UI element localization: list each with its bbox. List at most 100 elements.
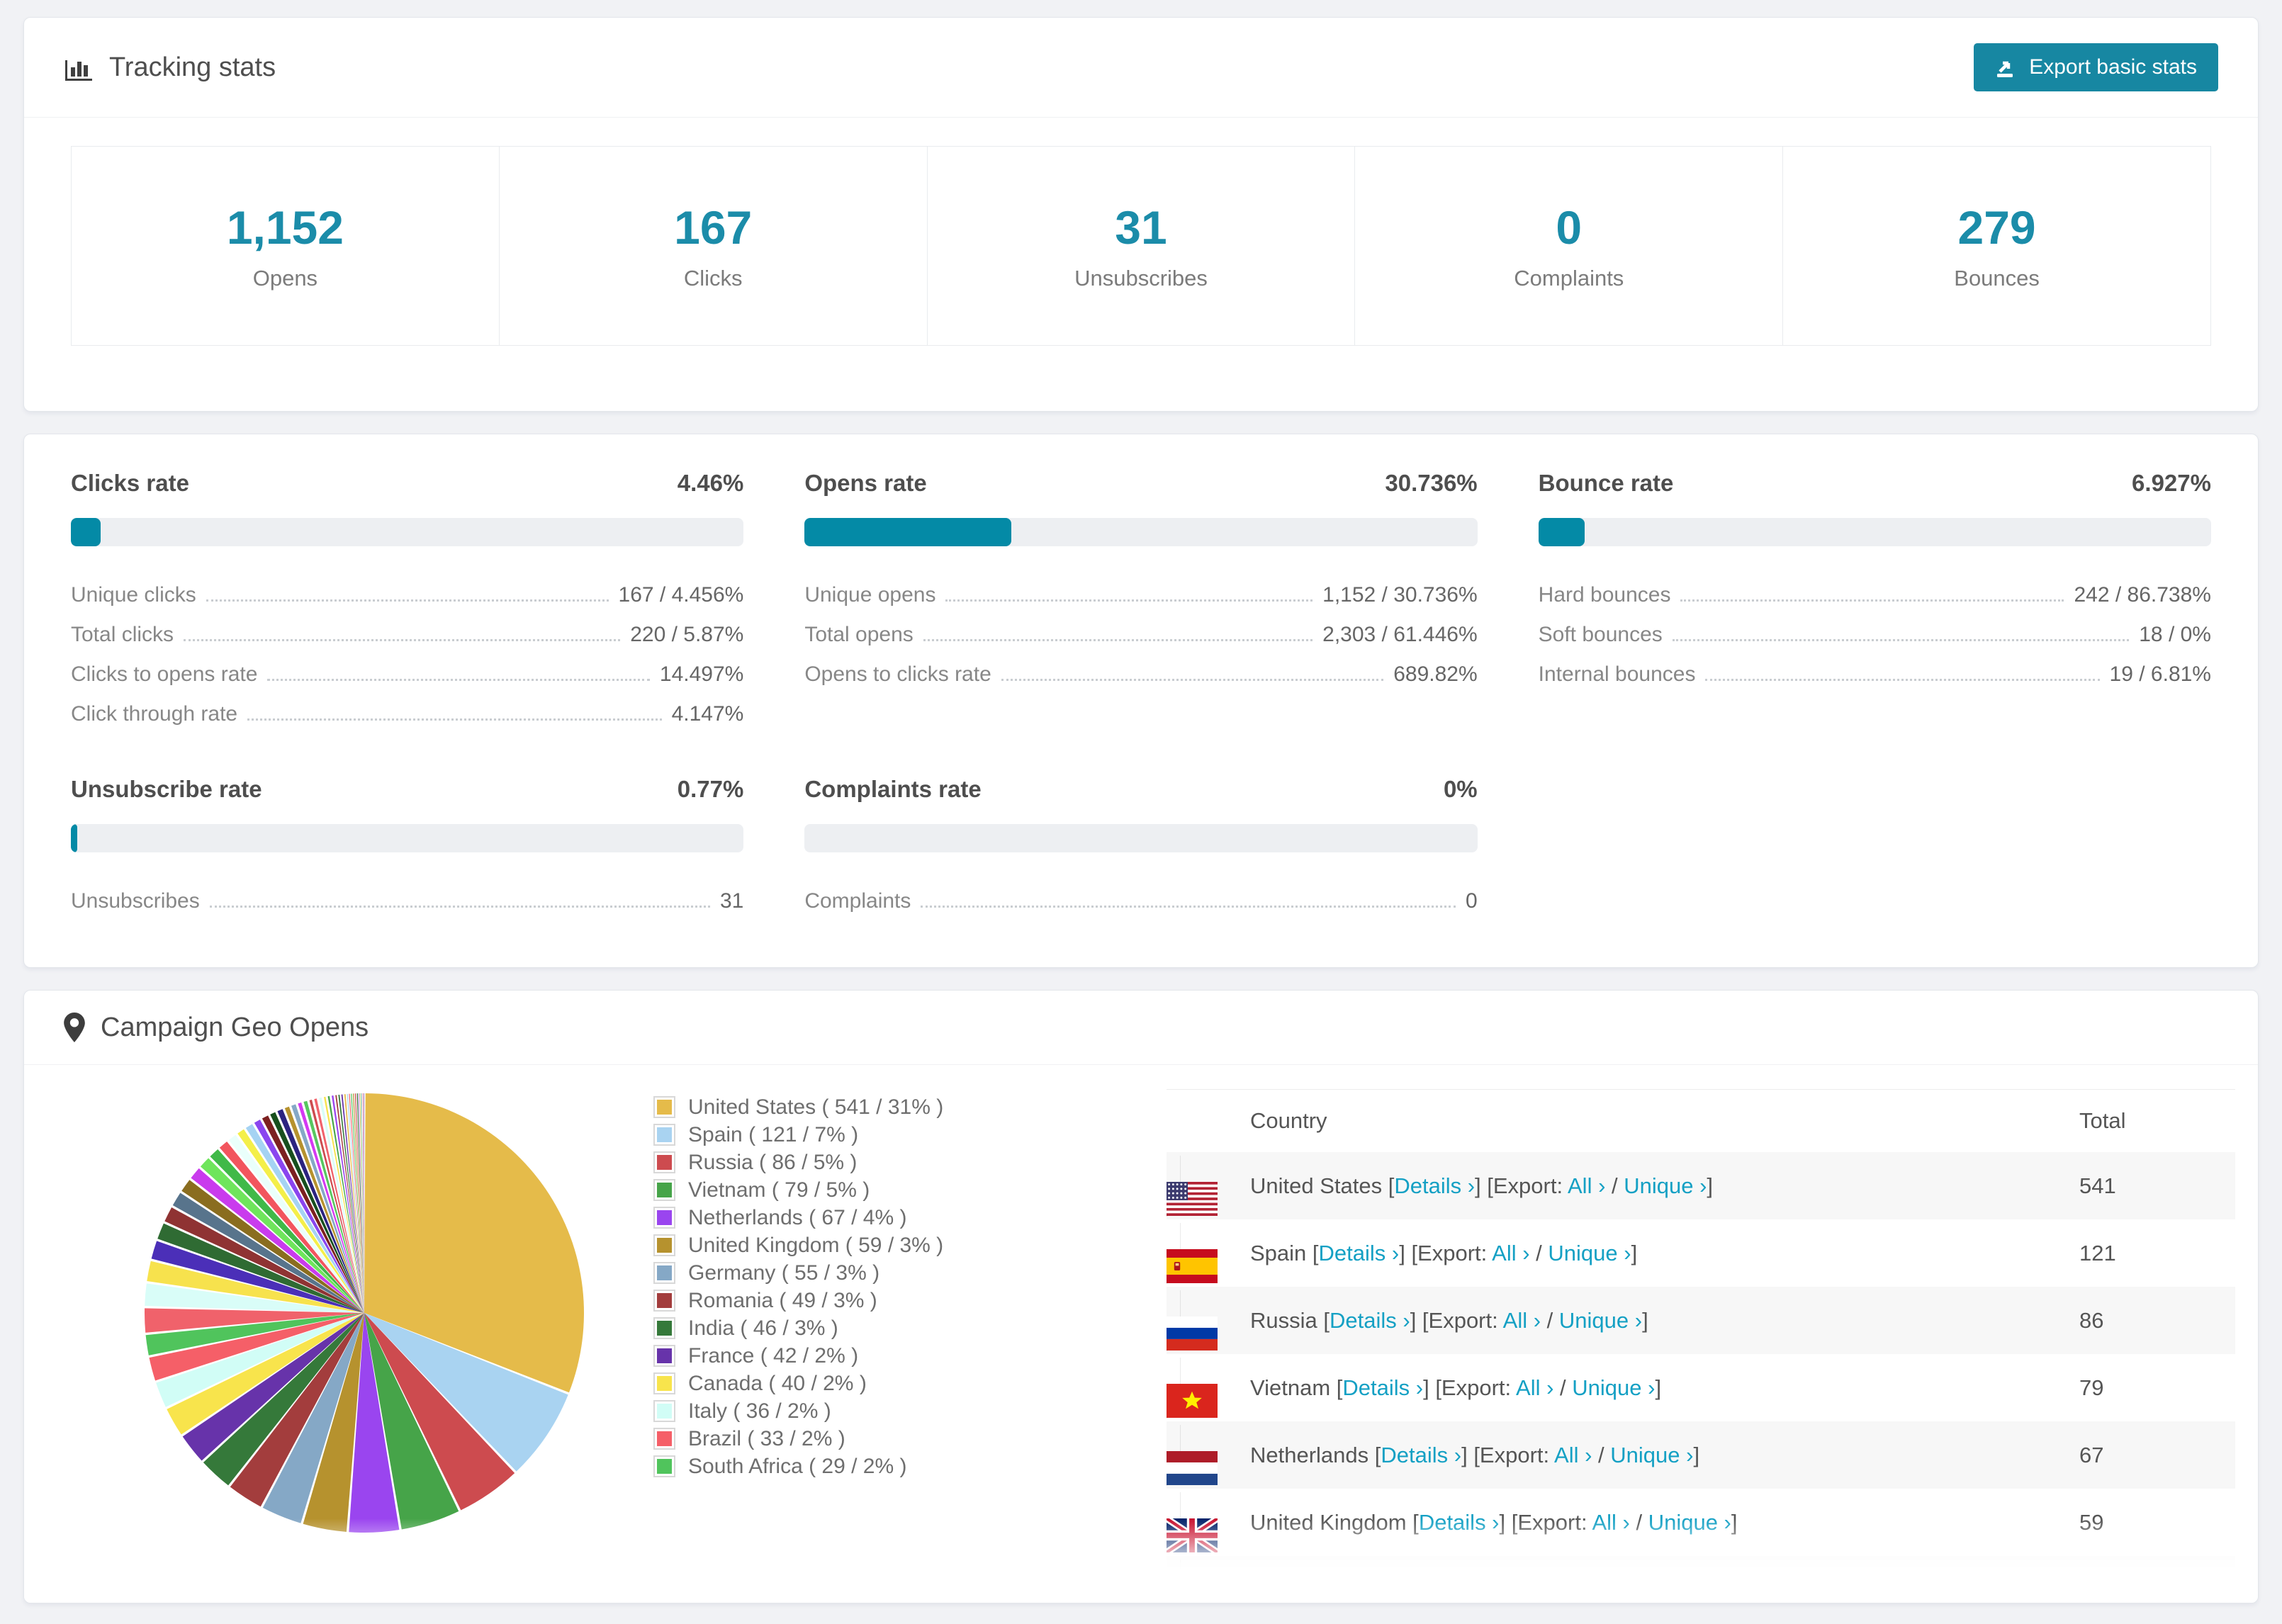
spain-export-unique-link[interactable]: Unique › bbox=[1548, 1241, 1631, 1265]
geo-table-header-country: Country bbox=[1250, 1108, 1327, 1133]
spain-details-link[interactable]: Details › bbox=[1319, 1241, 1400, 1265]
geo-total-value: 55 bbox=[2079, 1577, 2104, 1602]
legend-swatch bbox=[653, 1124, 675, 1146]
detail-row: Unique opens 1,152 / 30.736% bbox=[804, 572, 1477, 611]
rates-card: Clicks rate 4.46% Unique clicks 167 / 4.456… bbox=[23, 434, 2259, 968]
legend-item-russia[interactable]: Russia ( 86 / 5% ) bbox=[653, 1149, 943, 1176]
united-states-flag-icon bbox=[1167, 1181, 1250, 1216]
rate-title: Unsubscribe rate bbox=[71, 776, 262, 802]
detail-value: 18 / 0% bbox=[2139, 623, 2211, 646]
geo-total-value: 59 bbox=[2079, 1509, 2104, 1535]
vietnam-flag-icon bbox=[1167, 1383, 1250, 1418]
link-separator: / bbox=[1629, 1509, 1648, 1535]
detail-label: Hard bounces bbox=[1538, 583, 1671, 607]
pie-slice-united-states[interactable] bbox=[364, 1093, 584, 1393]
detail-value: 14.497% bbox=[659, 662, 744, 686]
legend-item-south-africa[interactable]: South Africa ( 29 / 2% ) bbox=[653, 1453, 943, 1480]
dotted-leader bbox=[206, 599, 609, 602]
tracking-stats-card: Tracking stats Export basic stats 1,152 O… bbox=[23, 17, 2259, 412]
detail-label: Opens to clicks rate bbox=[804, 662, 991, 686]
legend-item-canada[interactable]: Canada ( 40 / 2% ) bbox=[653, 1370, 943, 1397]
germany-export-all-link[interactable]: All › bbox=[1526, 1577, 1563, 1602]
legend-item-romania[interactable]: Romania ( 49 / 3% ) bbox=[653, 1287, 943, 1314]
legend-item-spain[interactable]: Spain ( 121 / 7% ) bbox=[653, 1121, 943, 1149]
netherlands-export-unique-link[interactable]: Unique › bbox=[1610, 1443, 1693, 1467]
dotted-leader bbox=[1001, 679, 1384, 681]
detail-row: Total clicks 220 / 5.87% bbox=[71, 611, 743, 651]
united-states-details-link[interactable]: Details › bbox=[1394, 1173, 1475, 1198]
legend-label: Spain ( 121 / 7% ) bbox=[688, 1122, 859, 1146]
netherlands-export-all-link[interactable]: All › bbox=[1554, 1443, 1592, 1467]
united-states-export-unique-link[interactable]: Unique › bbox=[1624, 1173, 1707, 1198]
export-basic-stats-button[interactable]: Export basic stats bbox=[1974, 43, 2218, 91]
legend-swatch bbox=[653, 1096, 675, 1118]
vietnam-details-link[interactable]: Details › bbox=[1342, 1375, 1423, 1400]
netherlands-flag-icon bbox=[1167, 1450, 1250, 1485]
link-separator: / bbox=[1563, 1577, 1583, 1602]
detail-label: Total clicks bbox=[71, 623, 174, 646]
detail-row: Complaints 0 bbox=[804, 878, 1477, 918]
legend-label: Russia ( 86 / 5% ) bbox=[688, 1150, 858, 1174]
legend-item-italy[interactable]: Italy ( 36 / 2% ) bbox=[653, 1397, 943, 1425]
legend-item-india[interactable]: India ( 46 / 3% ) bbox=[653, 1314, 943, 1342]
unsubscribe-rate-block: Unsubscribe rate 0.77% Unsubscribes 31 bbox=[71, 776, 744, 918]
header-divider bbox=[24, 117, 2258, 118]
russia-flag-icon bbox=[1167, 1316, 1250, 1350]
geo-opens-pie-chart[interactable] bbox=[123, 1072, 605, 1554]
legend-label: Netherlands ( 67 / 4% ) bbox=[688, 1205, 907, 1229]
detail-label: Unique opens bbox=[804, 583, 936, 607]
bracket-close: ] bbox=[1707, 1173, 1714, 1198]
united-kingdom-export-all-link[interactable]: All › bbox=[1592, 1510, 1629, 1535]
detail-label: Internal bounces bbox=[1538, 662, 1696, 686]
legend-item-brazil[interactable]: Brazil ( 33 / 2% ) bbox=[653, 1425, 943, 1453]
map-pin-icon bbox=[64, 1013, 85, 1042]
geo-country-cell: Vietnam [Details ›] [Export: All › / Uni… bbox=[1250, 1375, 2079, 1401]
united-kingdom-export-unique-link[interactable]: Unique › bbox=[1648, 1510, 1731, 1535]
legend-item-united-states[interactable]: United States ( 541 / 31% ) bbox=[653, 1093, 943, 1121]
detail-label: Click through rate bbox=[71, 702, 238, 726]
rate-title: Bounce rate bbox=[1538, 470, 1674, 496]
unsubscribe-rate-progress-bar bbox=[71, 824, 744, 852]
geo-total-value: 67 bbox=[2079, 1442, 2104, 1467]
germany-details-link[interactable]: Details › bbox=[1353, 1577, 1434, 1602]
legend-swatch bbox=[653, 1262, 675, 1284]
stat-label: Complaints bbox=[1514, 266, 1624, 291]
detail-value: 242 / 86.738% bbox=[2074, 583, 2211, 607]
russia-details-link[interactable]: Details › bbox=[1330, 1308, 1410, 1333]
germany-flag-icon bbox=[1167, 1585, 1250, 1603]
bar-chart-icon bbox=[64, 53, 94, 81]
stat-opens: 1,152 Opens bbox=[72, 147, 500, 345]
legend-item-vietnam[interactable]: Vietnam ( 79 / 5% ) bbox=[653, 1176, 943, 1204]
russia-export-all-link[interactable]: All › bbox=[1503, 1308, 1541, 1333]
vietnam-export-unique-link[interactable]: Unique › bbox=[1572, 1375, 1655, 1400]
legend-item-germany[interactable]: Germany ( 55 / 3% ) bbox=[653, 1259, 943, 1287]
legend-label: France ( 42 / 2% ) bbox=[688, 1343, 859, 1368]
detail-row: Click through rate 4.147% bbox=[71, 691, 743, 731]
geo-opens-title-text: Campaign Geo Opens bbox=[101, 1012, 369, 1042]
netherlands-details-link[interactable]: Details › bbox=[1381, 1443, 1461, 1467]
legend-item-united-kingdom[interactable]: United Kingdom ( 59 / 3% ) bbox=[653, 1231, 943, 1259]
stat-label: Bounces bbox=[1954, 266, 2040, 291]
geo-country-cell: United States [Details ›] [Export: All ›… bbox=[1250, 1173, 2079, 1199]
detail-row: Clicks to opens rate 14.497% bbox=[71, 651, 743, 691]
dotted-leader bbox=[1672, 639, 2130, 641]
spain-export-all-link[interactable]: All › bbox=[1492, 1241, 1529, 1265]
legend-label: Italy ( 36 / 2% ) bbox=[688, 1399, 831, 1423]
vietnam-export-all-link[interactable]: All › bbox=[1516, 1375, 1553, 1400]
united-states-export-all-link[interactable]: All › bbox=[1568, 1173, 1605, 1198]
export-label: ] [Export: bbox=[1461, 1442, 1555, 1467]
russia-export-unique-link[interactable]: Unique › bbox=[1559, 1308, 1642, 1333]
tracking-stats-title-text: Tracking stats bbox=[109, 52, 276, 82]
united-kingdom-details-link[interactable]: Details › bbox=[1419, 1510, 1500, 1535]
country-name: United States [ bbox=[1250, 1173, 1395, 1198]
legend-item-france[interactable]: France ( 42 / 2% ) bbox=[653, 1342, 943, 1370]
country-name: Spain [ bbox=[1250, 1240, 1319, 1265]
legend-item-netherlands[interactable]: Netherlands ( 67 / 4% ) bbox=[653, 1204, 943, 1231]
dotted-leader bbox=[945, 599, 1313, 602]
geo-country-cell: United Kingdom [Details ›] [Export: All … bbox=[1250, 1510, 2079, 1535]
detail-row: Unsubscribes 31 bbox=[71, 878, 743, 918]
link-separator: / bbox=[1592, 1442, 1611, 1467]
germany-export-unique-link[interactable]: Unique › bbox=[1583, 1577, 1665, 1602]
detail-label: Complaints bbox=[804, 889, 911, 913]
link-separator: / bbox=[1605, 1173, 1624, 1198]
